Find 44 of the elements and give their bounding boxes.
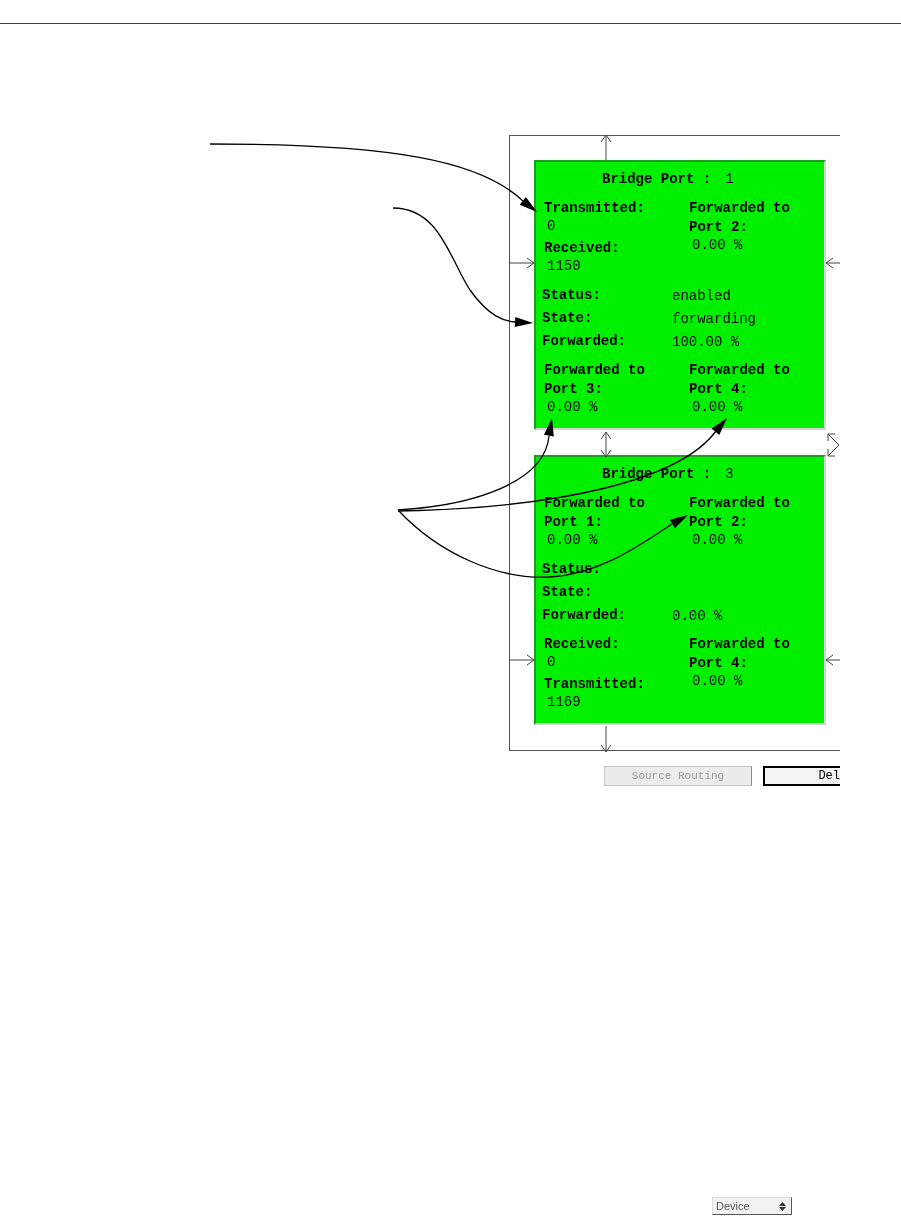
stat-label: State: — [542, 583, 594, 602]
stat-value: 0.00 % — [547, 399, 598, 415]
stat-label: Transmitted: — [544, 675, 645, 694]
panel-title: Bridge Port : — [602, 170, 712, 189]
updown-arrow-icon — [779, 1201, 786, 1211]
stat-label: State: — [542, 309, 594, 328]
connector-arrow — [600, 134, 612, 161]
action-button[interactable]: Del — [763, 766, 840, 786]
stat-value: 0 — [547, 218, 556, 234]
stat-value: 0.00 % — [692, 399, 743, 415]
panel-title: Bridge Port : — [602, 465, 712, 484]
stat-value: forwarding — [672, 310, 756, 327]
stat-label: Status: — [542, 286, 602, 305]
connector-arrow — [825, 257, 841, 269]
connector-arrow — [825, 654, 841, 666]
stat-label: Forwarded to Port 4: — [689, 361, 791, 399]
stat-value: enabled — [672, 287, 731, 304]
stat-label: Forwarded to Port 3: — [544, 361, 646, 399]
stat-label: Transmitted: — [544, 199, 645, 218]
stat-label: Forwarded to Port 4: — [689, 635, 791, 673]
stat-label: Forwarded to Port 2: — [689, 199, 791, 237]
stat-value: 1150 — [547, 258, 581, 274]
stat-label: Received: — [544, 239, 620, 258]
stat-label: Forwarded to Port 2: — [689, 494, 791, 532]
stat-value: 100.00 % — [672, 333, 740, 350]
stat-label: Forwarded: — [542, 606, 627, 625]
port-number: 3 — [725, 465, 734, 484]
stat-value: 1169 — [547, 694, 581, 710]
view-select[interactable]: Device — [712, 1197, 792, 1215]
stat-label: Forwarded: — [542, 332, 627, 351]
stat-label: Forwarded to Port 1: — [544, 494, 646, 532]
port-number: 1 — [725, 170, 734, 189]
stat-value: 0 — [547, 654, 556, 670]
stat-value: 0.00 % — [692, 237, 743, 253]
stat-value: 0.00 % — [692, 532, 743, 548]
stat-value: 0.00 % — [672, 607, 723, 624]
stat-value: 0.00 % — [692, 673, 743, 689]
connector-arrow — [508, 654, 535, 666]
stat-value: 0.00 % — [547, 532, 598, 548]
connector-arrow — [508, 257, 535, 269]
connector-arrow — [600, 725, 612, 753]
double-arrow — [600, 431, 612, 458]
double-arrow — [827, 433, 840, 457]
stat-label: Received: — [544, 635, 620, 654]
